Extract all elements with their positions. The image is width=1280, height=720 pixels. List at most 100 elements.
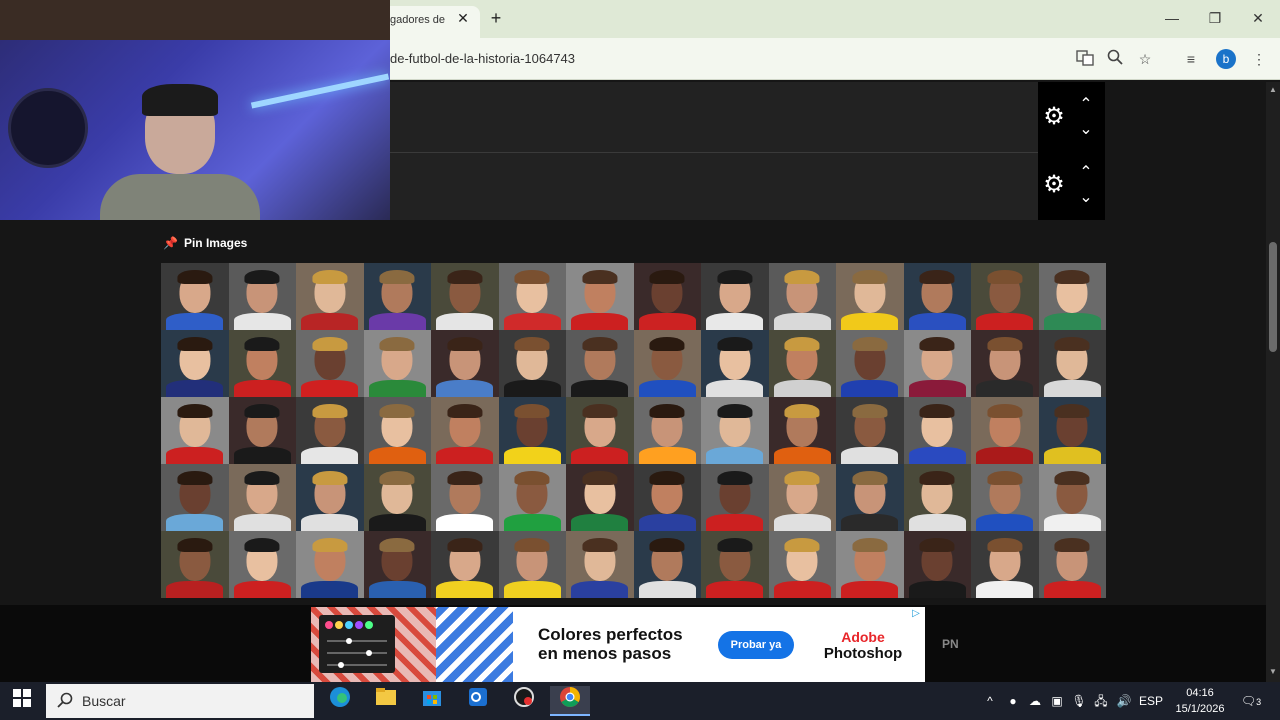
tray-onedrive-icon[interactable]: ☁ <box>1026 692 1044 710</box>
player-portrait[interactable] <box>971 330 1039 397</box>
scroll-thumb[interactable] <box>1269 242 1277 352</box>
settings-gear-icon[interactable]: ⚙ <box>1041 104 1067 130</box>
player-portrait[interactable] <box>161 397 229 464</box>
scroll-up-icon[interactable]: ▲ <box>1267 84 1279 96</box>
player-portrait[interactable] <box>903 263 971 330</box>
player-portrait[interactable] <box>431 263 499 330</box>
player-portrait[interactable] <box>363 531 431 598</box>
player-portrait[interactable] <box>971 531 1039 598</box>
player-portrait[interactable] <box>836 263 904 330</box>
notifications-icon[interactable]: 🗨3 <box>1238 692 1264 710</box>
player-portrait[interactable] <box>633 464 701 531</box>
page-scrollbar[interactable]: ▲ ▼ <box>1266 82 1280 682</box>
player-portrait[interactable] <box>633 330 701 397</box>
player-portrait[interactable] <box>161 531 229 598</box>
store-icon[interactable] <box>412 686 452 716</box>
taskbar-search[interactable]: Buscar <box>46 684 314 718</box>
network-icon[interactable]: 🖧 <box>1092 692 1110 710</box>
player-portrait[interactable] <box>903 330 971 397</box>
ad-banner[interactable]: Colores perfectos en menos pasos Probar … <box>0 605 1266 682</box>
player-portrait[interactable] <box>633 397 701 464</box>
taskbar-clock[interactable]: 04:16 15/1/2026 <box>1168 685 1232 717</box>
menu-kebab-icon[interactable]: ⋮ <box>1249 49 1269 69</box>
player-portrait[interactable] <box>498 531 566 598</box>
player-portrait[interactable] <box>161 263 229 330</box>
player-portrait[interactable] <box>296 263 364 330</box>
ad-cta-button[interactable]: Probar ya <box>718 631 794 659</box>
player-portrait[interactable] <box>566 531 634 598</box>
player-portrait[interactable] <box>228 397 296 464</box>
player-portrait[interactable] <box>768 531 836 598</box>
adchoices-icon[interactable]: ▷ <box>909 607 923 621</box>
move-down-button[interactable]: ⌄ <box>1076 190 1096 206</box>
profile-avatar[interactable]: b <box>1216 49 1236 69</box>
player-portrait[interactable] <box>836 330 904 397</box>
tray-app-icon[interactable]: ▣ <box>1048 692 1066 710</box>
player-portrait[interactable] <box>228 531 296 598</box>
new-tab-button[interactable]: + <box>486 8 506 28</box>
address-bar[interactable]: de-futbol-de-la-historia-1064743 <box>380 46 1060 72</box>
player-portrait[interactable] <box>836 464 904 531</box>
player-portrait[interactable] <box>836 397 904 464</box>
zoom-icon[interactable] <box>1105 49 1125 69</box>
player-portrait[interactable] <box>768 464 836 531</box>
player-portrait[interactable] <box>228 330 296 397</box>
player-portrait[interactable] <box>296 464 364 531</box>
player-portrait[interactable] <box>903 531 971 598</box>
player-portrait[interactable] <box>701 397 769 464</box>
move-up-button[interactable]: ⌃ <box>1076 97 1096 113</box>
player-portrait[interactable] <box>566 330 634 397</box>
tray-overflow-icon[interactable]: ^ <box>982 692 998 710</box>
media-control-icon[interactable]: ≡ <box>1181 49 1201 69</box>
player-portrait[interactable] <box>363 464 431 531</box>
translate-icon[interactable] <box>1075 49 1095 69</box>
bookmark-star-icon[interactable]: ☆ <box>1135 49 1155 69</box>
player-portrait[interactable] <box>701 330 769 397</box>
player-portrait[interactable] <box>498 330 566 397</box>
player-portrait[interactable] <box>363 397 431 464</box>
move-up-button[interactable]: ⌃ <box>1076 165 1096 181</box>
chrome-icon[interactable] <box>550 686 590 716</box>
player-portrait[interactable] <box>296 397 364 464</box>
player-portrait[interactable] <box>296 330 364 397</box>
player-portrait[interactable] <box>701 531 769 598</box>
player-portrait[interactable] <box>566 464 634 531</box>
player-portrait[interactable] <box>768 397 836 464</box>
windows-start-icon[interactable] <box>8 689 36 713</box>
tab-close-button[interactable]: ✕ <box>454 9 472 27</box>
player-portrait[interactable] <box>431 330 499 397</box>
file-explorer-icon[interactable] <box>366 686 406 716</box>
player-portrait[interactable] <box>363 263 431 330</box>
screen-recorder-icon[interactable] <box>504 686 544 716</box>
player-portrait[interactable] <box>971 464 1039 531</box>
player-portrait[interactable] <box>498 263 566 330</box>
volume-icon[interactable]: 🔊 <box>1114 692 1134 710</box>
tray-chrome-icon[interactable]: ● <box>1004 692 1022 710</box>
player-portrait[interactable] <box>431 397 499 464</box>
microphone-icon[interactable]: 🎙 <box>1070 692 1088 710</box>
player-portrait[interactable] <box>296 531 364 598</box>
player-portrait[interactable] <box>363 330 431 397</box>
player-portrait[interactable] <box>431 531 499 598</box>
player-portrait[interactable] <box>633 263 701 330</box>
player-portrait[interactable] <box>971 397 1039 464</box>
player-portrait[interactable] <box>903 464 971 531</box>
scroll-down-icon[interactable]: ▼ <box>1267 666 1279 678</box>
player-portrait[interactable] <box>566 263 634 330</box>
player-portrait[interactable] <box>701 263 769 330</box>
minimize-button[interactable]: — <box>1157 6 1187 30</box>
player-portrait[interactable] <box>161 330 229 397</box>
move-down-button[interactable]: ⌄ <box>1076 122 1096 138</box>
settings-gear-icon[interactable]: ⚙ <box>1041 172 1067 198</box>
player-portrait[interactable] <box>971 263 1039 330</box>
edge-icon[interactable] <box>320 686 360 716</box>
player-portrait[interactable] <box>431 464 499 531</box>
player-portrait[interactable] <box>498 397 566 464</box>
restore-button[interactable]: ❐ <box>1200 6 1230 30</box>
player-portrait[interactable] <box>903 397 971 464</box>
player-portrait[interactable] <box>566 397 634 464</box>
player-portrait[interactable] <box>836 531 904 598</box>
player-portrait[interactable] <box>161 464 229 531</box>
player-portrait[interactable] <box>1038 330 1106 397</box>
player-portrait[interactable] <box>1038 531 1106 598</box>
